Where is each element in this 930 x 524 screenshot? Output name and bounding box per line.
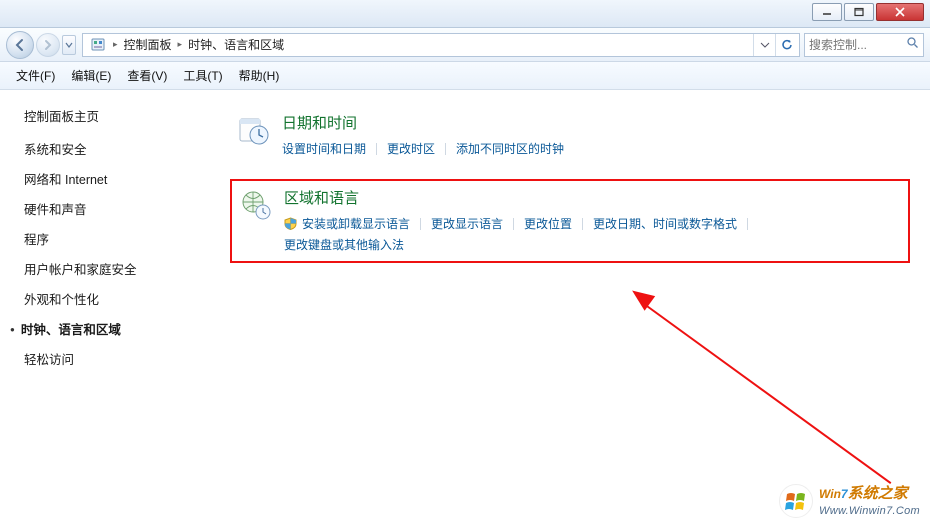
address-dropdown-button[interactable] — [753, 34, 775, 56]
sidebar-item-3[interactable]: 程序 — [24, 229, 210, 248]
task-set-date-time[interactable]: 设置时间和日期 — [282, 140, 366, 157]
close-button[interactable] — [876, 3, 924, 21]
maximize-button[interactable] — [844, 3, 874, 21]
separator — [445, 143, 446, 155]
task-change-location[interactable]: 更改位置 — [524, 215, 572, 232]
nav-bar: ▸ 控制面板 ▸ 时钟、语言和区域 — [0, 28, 930, 62]
nav-history-dropdown[interactable] — [62, 35, 76, 55]
separator — [420, 218, 421, 230]
watermark: Win7系统之家 Www.Winwin7.Com — [779, 484, 920, 518]
annotation-arrow-head — [627, 283, 655, 310]
watermark-logo-icon — [779, 484, 813, 518]
sidebar-item-2[interactable]: 硬件和声音 — [24, 199, 210, 218]
menu-view[interactable]: 查看(V) — [119, 64, 175, 87]
separator — [582, 218, 583, 230]
section-region-language: 区域和语言 安装或卸载显示语言 更改显示语言 更改位置 更改日期、时间或数字格式… — [230, 179, 910, 263]
section-date-time: 日期和时间 设置时间和日期 更改时区 添加不同时区的时钟 — [230, 106, 910, 165]
sidebar-item-4[interactable]: 用户帐户和家庭安全 — [24, 259, 210, 278]
breadcrumb-clock-language-region[interactable]: 时钟、语言和区域 — [184, 34, 288, 56]
sidebar: 控制面板主页 系统和安全网络和 Internet 硬件和声音程序用户帐户和家庭安全… — [0, 90, 210, 524]
menu-tools[interactable]: 工具(T) — [175, 64, 230, 87]
separator — [747, 218, 748, 230]
date-time-heading[interactable]: 日期和时间 — [282, 112, 564, 133]
search-input[interactable] — [809, 38, 897, 52]
sidebar-item-0[interactable]: 系统和安全 — [24, 139, 210, 158]
watermark-text-1c: 系统之家 — [848, 485, 908, 502]
menu-edit[interactable]: 编辑(E) — [63, 64, 119, 87]
globe-clock-icon — [238, 187, 274, 223]
sidebar-item-7[interactable]: 轻松访问 — [24, 349, 210, 368]
menu-file[interactable]: 文件(F) — [8, 64, 63, 87]
task-change-keyboard-input[interactable]: 更改键盘或其他输入法 — [284, 236, 404, 253]
task-change-timezone[interactable]: 更改时区 — [387, 140, 435, 157]
refresh-button[interactable] — [775, 34, 797, 56]
forward-button[interactable] — [36, 33, 60, 57]
window-titlebar — [0, 0, 930, 28]
sidebar-item-1[interactable]: 网络和 Internet — [24, 169, 210, 188]
chevron-right-icon: ▸ — [178, 39, 183, 50]
separator — [513, 218, 514, 230]
sidebar-item-5[interactable]: 外观和个性化 — [24, 289, 210, 308]
menu-bar: 文件(F) 编辑(E) 查看(V) 工具(T) 帮助(H) — [0, 62, 930, 90]
control-panel-icon — [89, 36, 107, 54]
task-change-formats[interactable]: 更改日期、时间或数字格式 — [593, 215, 737, 232]
watermark-text-1a: Win — [819, 487, 841, 501]
task-label: 安装或卸载显示语言 — [302, 215, 410, 232]
minimize-button[interactable] — [812, 3, 842, 21]
watermark-text-2: Www.Winwin7.Com — [819, 504, 920, 518]
separator — [376, 143, 377, 155]
address-bar[interactable]: ▸ 控制面板 ▸ 时钟、语言和区域 — [82, 33, 800, 57]
breadcrumb-control-panel[interactable]: 控制面板 — [120, 34, 176, 56]
menu-help[interactable]: 帮助(H) — [231, 64, 288, 87]
back-button[interactable] — [6, 31, 34, 59]
sidebar-item-6[interactable]: 时钟、语言和区域 — [24, 319, 210, 338]
task-change-display-language[interactable]: 更改显示语言 — [431, 215, 503, 232]
chevron-right-icon: ▸ — [113, 39, 118, 50]
clock-calendar-icon — [236, 112, 272, 148]
watermark-text-1b: 7 — [841, 487, 848, 501]
task-install-display-language[interactable]: 安装或卸载显示语言 — [284, 215, 410, 232]
region-language-heading[interactable]: 区域和语言 — [284, 187, 758, 208]
search-icon[interactable] — [906, 36, 919, 54]
annotation-arrow-line — [639, 300, 891, 484]
content-area: 日期和时间 设置时间和日期 更改时区 添加不同时区的时钟 区域和语言 — [210, 90, 930, 524]
task-add-clocks[interactable]: 添加不同时区的时钟 — [456, 140, 564, 157]
shield-icon — [284, 217, 298, 231]
search-box[interactable] — [804, 33, 924, 57]
control-panel-home-link[interactable]: 控制面板主页 — [24, 106, 210, 125]
